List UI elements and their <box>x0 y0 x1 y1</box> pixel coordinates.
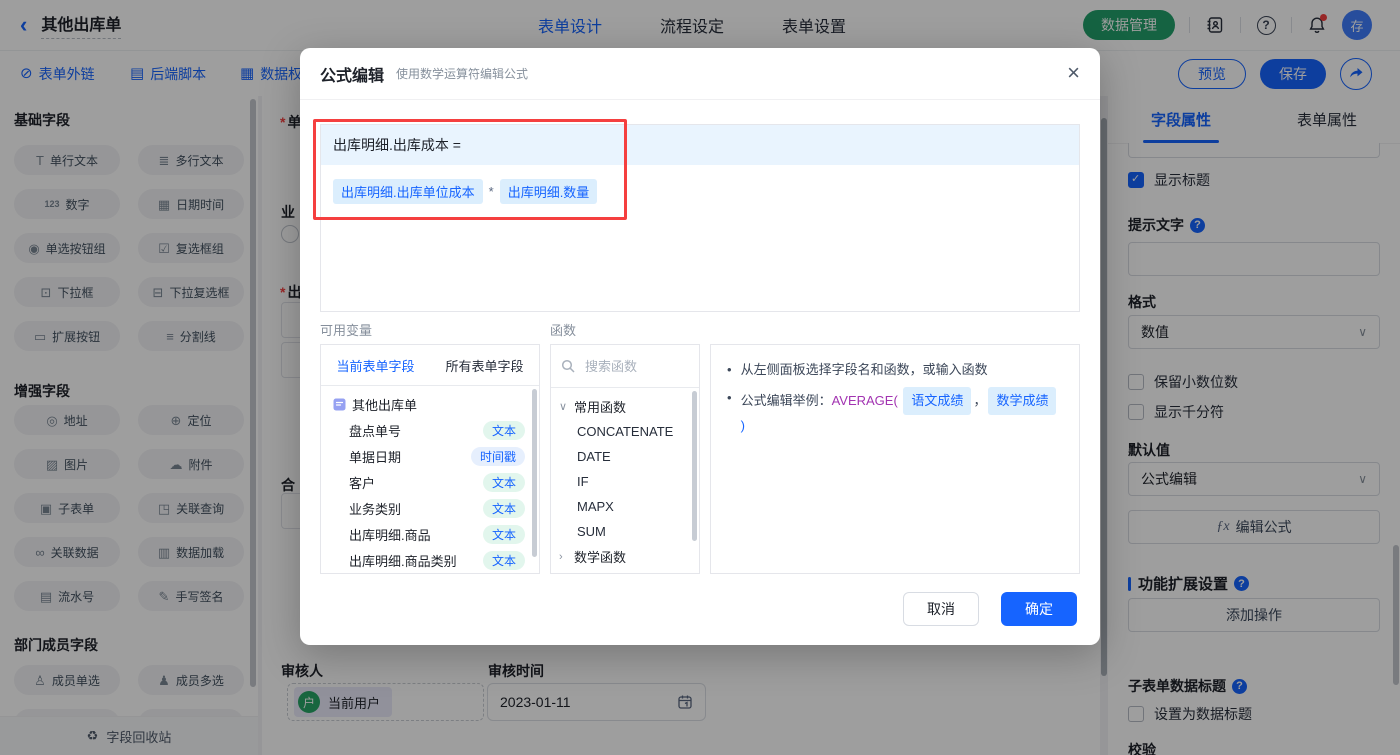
functions-scrollbar[interactable] <box>692 391 697 541</box>
example-field-token: 数学成绩 <box>988 387 1057 415</box>
type-badge: 文本 <box>482 420 525 440</box>
function-search-input[interactable] <box>583 357 683 375</box>
variable-row[interactable]: 出库明细.商品 文本 <box>321 521 539 547</box>
variables-panel: 当前表单字段 所有表单字段 其他出库单 盘点单号 文本 单据日期 时间戳 客户 <box>320 344 540 574</box>
group-label: 文本函数 <box>574 572 626 573</box>
tip-example: 公式编辑举例：AVERAGE( 语文成绩，数学成绩 ) <box>741 387 1063 437</box>
function-item[interactable]: CONCATENATE <box>551 419 699 444</box>
variables-scrollbar[interactable] <box>532 389 537 557</box>
formula-editor-area[interactable]: 出库明细.出库成本 = 出库明细.出库单位成本 * 出库明细.数量 <box>320 124 1080 312</box>
variables-pane-label: 可用变量 <box>320 323 373 338</box>
type-badge: 文本 <box>482 524 525 544</box>
chevron-down-icon: ∨ <box>559 401 568 413</box>
search-icon <box>561 359 575 373</box>
functions-panel: ∨ 常用函数 CONCATENATE DATE IF MAPX SUM › 数学… <box>550 344 700 574</box>
modal-subtitle: 使用数学运算符编辑公式 <box>396 67 529 81</box>
tab-current-form-fields[interactable]: 当前表单字段 <box>321 345 430 385</box>
close-icon[interactable]: × <box>1067 62 1080 84</box>
chevron-right-icon: › <box>559 550 563 563</box>
variable-row[interactable]: 盘点单号 文本 <box>321 417 539 443</box>
tip-line: • 从左侧面板选择字段名和函数，或输入函数 <box>727 359 1063 381</box>
tip-text: 公式编辑举例： <box>740 393 832 408</box>
confirm-button[interactable]: 确定 <box>1001 592 1077 626</box>
type-badge: 文本 <box>482 550 525 570</box>
variable-name: 出库明细.商品 <box>349 527 431 543</box>
variable-name: 盘点单号 <box>349 423 402 439</box>
function-item[interactable]: DATE <box>551 444 699 469</box>
variable-name: 单据日期 <box>349 449 402 465</box>
variable-name: 客户 <box>349 475 376 491</box>
bullet-icon: • <box>727 390 732 405</box>
function-item[interactable]: MAPX <box>551 494 699 519</box>
function-item[interactable]: IF <box>551 469 699 494</box>
formula-editor-modal: 公式编辑 使用数学运算符编辑公式 × 出库明细.出库成本 = 出库明细.出库单位… <box>300 48 1100 645</box>
functions-pane-label: 函数 <box>550 323 577 338</box>
example-field-token: 语文成绩 <box>903 387 972 415</box>
type-badge: 时间戳 <box>470 446 525 466</box>
variable-row[interactable]: 单据日期 时间戳 <box>321 443 539 469</box>
bullet-icon: • <box>727 362 732 377</box>
type-badge: 文本 <box>482 472 525 492</box>
tab-all-form-fields[interactable]: 所有表单字段 <box>430 345 539 385</box>
formula-operand-token[interactable]: 出库明细.数量 <box>499 179 598 204</box>
variable-name: 出库明细.商品类别 <box>349 553 457 569</box>
formula-target-row: 出库明细.出库成本 = <box>321 125 1079 165</box>
variables-tree: 其他出库单 盘点单号 文本 单据日期 时间戳 客户 文本 业务类别 文本 出库明… <box>321 386 539 574</box>
function-group-text[interactable]: › 文本函数 <box>551 569 699 573</box>
functions-tree: ∨ 常用函数 CONCATENATE DATE IF MAPX SUM › 数学… <box>551 388 699 573</box>
modal-header: 公式编辑 使用数学运算符编辑公式 × <box>300 48 1100 100</box>
modal-title: 公式编辑 <box>320 67 385 85</box>
group-label: 常用函数 <box>574 400 627 415</box>
variable-root-row[interactable]: 其他出库单 <box>321 391 539 417</box>
variable-row[interactable]: 客户 文本 <box>321 469 539 495</box>
variable-row-partial[interactable] <box>321 573 539 574</box>
formula-expression: 出库明细.出库单位成本 * 出库明细.数量 <box>333 179 1067 204</box>
formula-operator: * <box>488 184 494 199</box>
function-group-common[interactable]: ∨ 常用函数 <box>551 394 699 419</box>
function-token: AVERAGE( <box>831 393 898 408</box>
function-group-math[interactable]: › 数学函数 <box>551 544 699 569</box>
tip-line-example: • 公式编辑举例：AVERAGE( 语文成绩，数学成绩 ) <box>727 387 1063 437</box>
comma: ， <box>973 393 987 408</box>
function-item[interactable]: SUM <box>551 519 699 544</box>
cancel-button[interactable]: 取消 <box>903 592 979 626</box>
group-label: 数学函数 <box>574 550 627 565</box>
formula-operand-token[interactable]: 出库明细.出库单位成本 <box>333 179 483 204</box>
variable-root-label: 其他出库单 <box>352 397 418 413</box>
close-paren: ) <box>740 418 745 433</box>
variables-tabs: 当前表单字段 所有表单字段 <box>321 345 539 386</box>
variable-row[interactable]: 出库明细.商品类别 文本 <box>321 547 539 573</box>
function-search-row <box>551 345 699 388</box>
formula-target: 出库明细.出库成本 = <box>333 137 461 153</box>
formula-tips-panel: • 从左侧面板选择字段名和函数，或输入函数 • 公式编辑举例：AVERAGE( … <box>710 344 1080 574</box>
type-badge: 文本 <box>482 498 525 518</box>
variable-row[interactable]: 业务类别 文本 <box>321 495 539 521</box>
form-doc-icon <box>333 398 346 410</box>
variable-name: 业务类别 <box>349 501 402 517</box>
tip-text: 从左侧面板选择字段名和函数，或输入函数 <box>740 362 988 377</box>
